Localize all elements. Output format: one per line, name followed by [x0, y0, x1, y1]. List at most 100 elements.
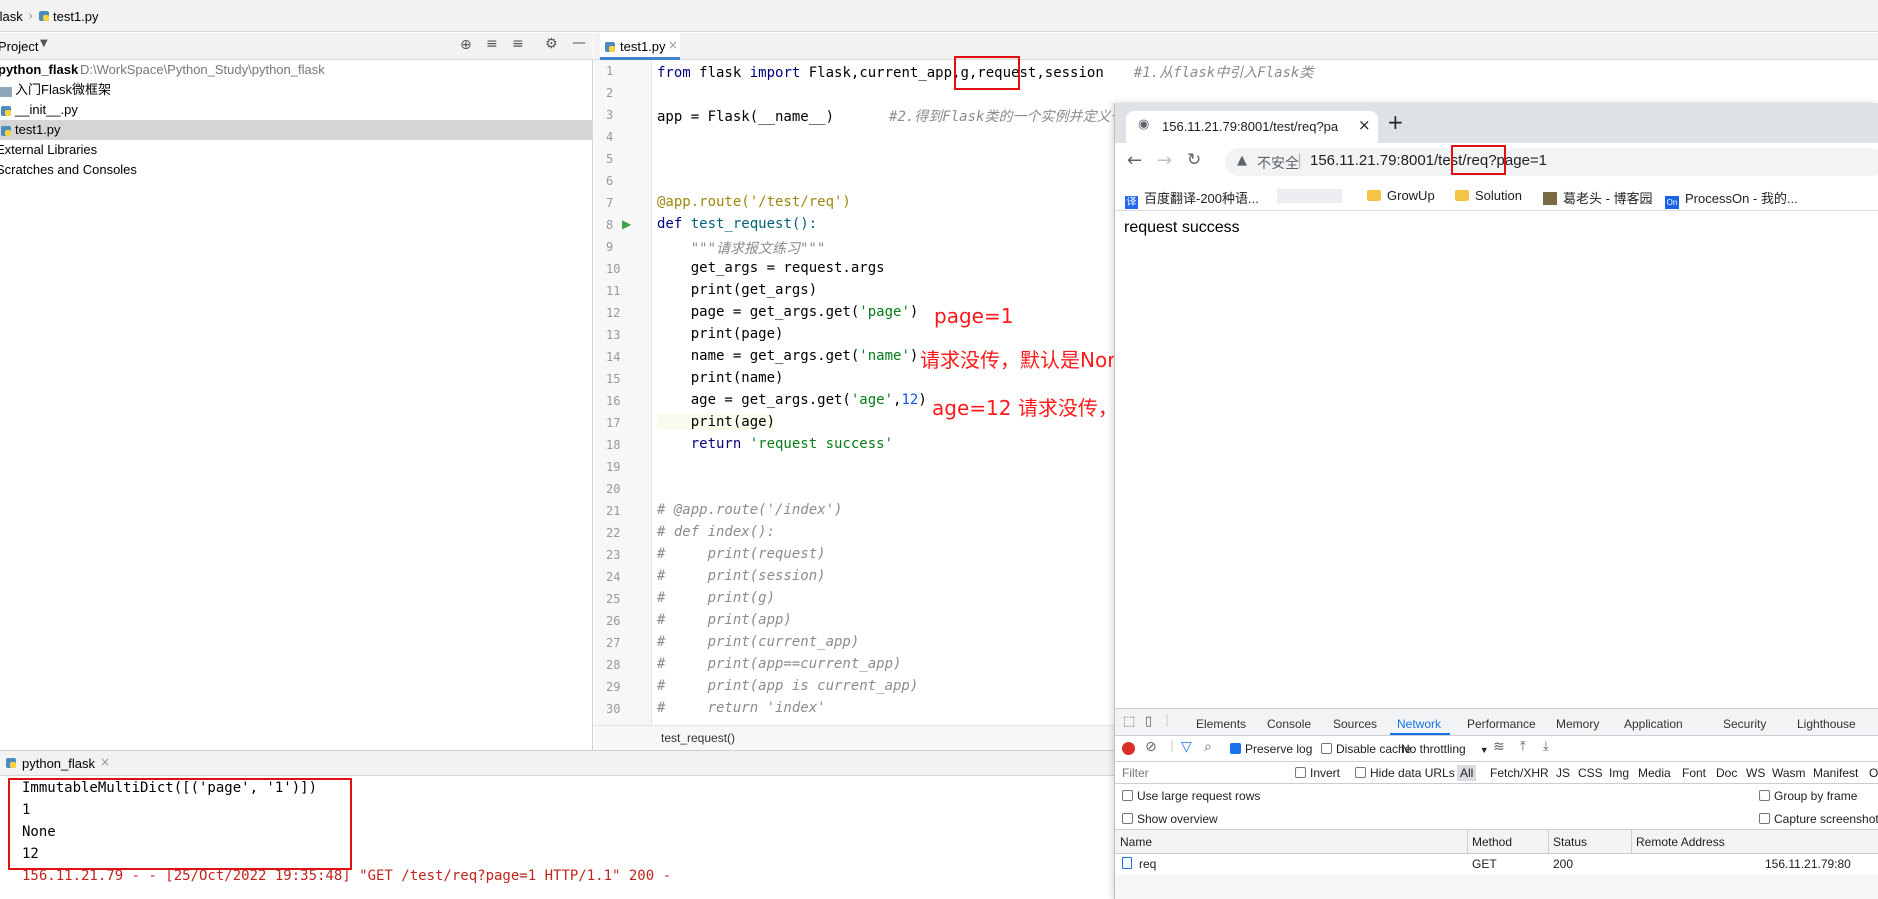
- editor-tab-test1[interactable]: test1.py ×: [600, 33, 680, 60]
- devtools-tab-lighthouse[interactable]: Lighthouse: [1797, 717, 1856, 731]
- code-line-16: age = get_args.get('age',12): [657, 392, 927, 408]
- column-method[interactable]: Method: [1472, 835, 1512, 849]
- disable-cache-checkbox[interactable]: Disable cache: [1321, 742, 1411, 756]
- bookmark-processon[interactable]: On ProcessOn - 我的...: [1665, 188, 1798, 209]
- show-overview-checkbox[interactable]: Show overview: [1122, 812, 1218, 826]
- tree-item-scratches[interactable]: Scratches and Consoles: [0, 160, 593, 180]
- run-tab-label[interactable]: python_flask: [22, 756, 95, 771]
- record-icon[interactable]: [1122, 742, 1135, 755]
- close-icon[interactable]: ×: [1358, 116, 1371, 134]
- devtools-tab-console[interactable]: Console: [1267, 717, 1311, 731]
- code-line-25: # print(g): [657, 590, 776, 606]
- forward-arrow-icon[interactable]: →: [1157, 150, 1172, 171]
- browser-tab[interactable]: ◉ 156.11.21.79:8001/test/req?pa ×: [1126, 111, 1378, 143]
- code-line-23: # print(request): [657, 546, 826, 562]
- capture-screenshots-checkbox[interactable]: Capture screenshot: [1759, 812, 1878, 826]
- code-token: ,session: [1036, 65, 1104, 81]
- code-number: 12: [901, 392, 919, 408]
- expand-all-icon[interactable]: ≡: [486, 36, 498, 52]
- toolbar-divider: |: [1170, 738, 1175, 752]
- collapse-all-icon[interactable]: ≡: [512, 36, 524, 52]
- search-icon[interactable]: ⌕: [1204, 739, 1212, 755]
- type-filter-img[interactable]: Img: [1609, 766, 1629, 780]
- large-rows-checkbox[interactable]: Use large request rows: [1122, 789, 1260, 803]
- type-filter-manifest[interactable]: Manifest: [1813, 766, 1858, 780]
- device-toolbar-icon[interactable]: ▯: [1145, 714, 1152, 729]
- clear-icon[interactable]: ⊘: [1145, 739, 1157, 755]
- bookmark-solution[interactable]: Solution: [1455, 188, 1522, 203]
- breadcrumb-file[interactable]: test1.py: [53, 9, 99, 24]
- locate-icon[interactable]: ⊕: [460, 37, 472, 53]
- tree-folder-name: 入门Flask微框架: [15, 82, 112, 97]
- column-status[interactable]: Status: [1553, 835, 1587, 849]
- inspect-element-icon[interactable]: ⬚: [1123, 714, 1135, 729]
- type-filter-all[interactable]: All: [1457, 765, 1477, 781]
- table-row[interactable]: req GET 200 156.11.21.79:80: [1115, 854, 1878, 874]
- bookmark-cnblogs[interactable]: 葛老头 - 博客园: [1543, 188, 1653, 207]
- type-filter-ws[interactable]: WS: [1746, 766, 1765, 780]
- type-filter-font[interactable]: Font: [1682, 766, 1706, 780]
- throttling-select[interactable]: No throttling ▼: [1401, 742, 1489, 756]
- tree-item-test1[interactable]: test1.py: [0, 120, 593, 140]
- bookmark-growup[interactable]: GrowUp: [1367, 188, 1435, 203]
- code-line-9: """请求报文练习""": [657, 241, 826, 257]
- type-filter-doc[interactable]: Doc: [1716, 766, 1737, 780]
- type-filter-fetch-xhr[interactable]: Fetch/XHR: [1490, 766, 1549, 780]
- export-har-icon[interactable]: ⤓: [1543, 739, 1549, 754]
- minimize-icon[interactable]: —: [572, 35, 586, 51]
- tree-item-init[interactable]: __init__.py: [0, 100, 593, 120]
- column-divider: [1631, 830, 1632, 854]
- import-har-icon[interactable]: ⤒: [1520, 739, 1526, 754]
- column-name[interactable]: Name: [1120, 835, 1152, 849]
- gear-icon[interactable]: ⚙: [545, 36, 558, 52]
- devtools-tab-sources[interactable]: Sources: [1333, 717, 1377, 731]
- column-remote-address[interactable]: Remote Address: [1636, 835, 1725, 849]
- address-bar[interactable]: ▲ 不安全 | 156.11.21.79:8001/test/req?page=…: [1225, 148, 1878, 176]
- checkbox-checked: [1230, 743, 1241, 754]
- back-arrow-icon[interactable]: ←: [1127, 150, 1142, 171]
- run-gutter-icon[interactable]: ▶: [622, 217, 631, 231]
- devtools-tab-elements[interactable]: Elements: [1196, 717, 1246, 731]
- group-by-frame-checkbox[interactable]: Group by frame: [1759, 789, 1857, 803]
- devtools-tab-application[interactable]: Application: [1624, 717, 1683, 731]
- tree-item-root[interactable]: python_flask D:\WorkSpace\Python_Study\p…: [0, 60, 593, 80]
- invert-checkbox[interactable]: Invert: [1295, 766, 1340, 780]
- devtools-tab-memory[interactable]: Memory: [1556, 717, 1599, 731]
- line-number: 4: [606, 130, 614, 144]
- checkbox-unchecked: [1122, 790, 1133, 801]
- network-table-header: Name Method Status Remote Address: [1115, 830, 1878, 854]
- close-icon[interactable]: ×: [668, 38, 678, 52]
- filter-funnel-icon[interactable]: ▽: [1181, 739, 1192, 755]
- chevron-down-icon[interactable]: ▼: [40, 38, 48, 49]
- hide-data-urls-checkbox[interactable]: Hide data URLs: [1355, 766, 1455, 780]
- breadcrumb-project[interactable]: flask: [0, 9, 23, 24]
- browser-tab-strip: ◉ 156.11.21.79:8001/test/req?pa × +: [1115, 103, 1878, 143]
- bookmark-baidu-translate[interactable]: 译百度翻译-200种语...: [1125, 188, 1259, 209]
- network-settings: Use large request rows Group by frame Sh…: [1115, 784, 1878, 830]
- devtools-tab-security[interactable]: Security: [1723, 717, 1766, 731]
- type-filter-media[interactable]: Media: [1638, 766, 1671, 780]
- line-number: 20: [606, 482, 621, 496]
- preserve-log-checkbox[interactable]: Preserve log: [1230, 742, 1312, 756]
- devtools-tab-network[interactable]: Network: [1397, 717, 1441, 731]
- type-filter-js[interactable]: JS: [1556, 766, 1570, 780]
- project-view-selector[interactable]: Project: [0, 39, 38, 54]
- type-filter-css[interactable]: CSS: [1578, 766, 1603, 780]
- row-remote: 156.11.21.79:80: [1765, 857, 1851, 871]
- devtools-tab-performance[interactable]: Performance: [1467, 717, 1536, 731]
- python-run-icon: [5, 757, 17, 773]
- type-filter-wasm[interactable]: Wasm: [1772, 766, 1806, 780]
- footer-function-breadcrumb[interactable]: test_request(): [661, 731, 735, 745]
- code-comment: #1.从flask中引入Flask类: [1133, 65, 1314, 81]
- tree-item-external-libraries[interactable]: External Libraries: [0, 140, 593, 160]
- code-comment: #2.得到Flask类的一个实例并定义一个: [889, 109, 1139, 125]
- bookmark-blurred[interactable]: [1277, 189, 1342, 203]
- type-filter-other[interactable]: O: [1869, 766, 1878, 780]
- new-tab-icon[interactable]: +: [1387, 110, 1404, 134]
- reload-icon[interactable]: ↻: [1187, 150, 1201, 170]
- tree-item-folder[interactable]: 入门Flask微框架: [0, 80, 593, 100]
- kw-def: def: [657, 216, 683, 232]
- filter-input[interactable]: [1119, 764, 1285, 782]
- network-conditions-icon[interactable]: ≋: [1493, 739, 1505, 755]
- close-icon[interactable]: ×: [100, 755, 110, 769]
